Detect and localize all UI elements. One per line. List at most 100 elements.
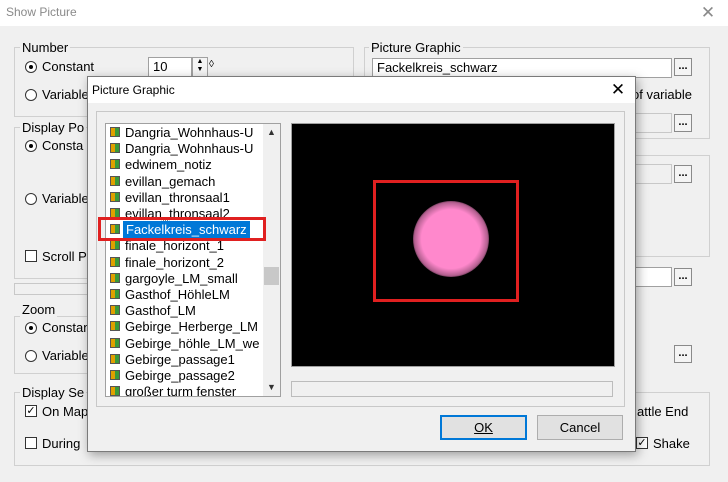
display-position-variable-label: Variable xyxy=(42,191,89,206)
scroll-checkbox[interactable] xyxy=(25,250,37,262)
right-browse-button-2[interactable]: ... xyxy=(674,268,692,286)
during-checkbox[interactable] xyxy=(25,437,37,449)
picture-graphic-browse-button[interactable]: ... xyxy=(674,58,692,76)
list-item-label: edwinem_notiz xyxy=(125,157,212,173)
scroll-thumb[interactable] xyxy=(264,267,279,285)
number-constant-input[interactable]: 10 xyxy=(148,57,192,77)
ok-button-label: OK xyxy=(474,420,493,435)
list-item[interactable]: Gebirge_höhle_LM_we xyxy=(108,335,268,352)
list-item[interactable]: Gebirge_passage2 xyxy=(108,367,268,384)
window-title: Show Picture xyxy=(6,5,77,19)
dialog-title-bar: Picture Graphic ✕ xyxy=(88,77,635,103)
window-title-bar: Show Picture ✕ xyxy=(0,0,728,26)
picture-file-icon xyxy=(110,337,120,348)
picture-file-icon xyxy=(110,175,120,186)
on-map-checkbox[interactable]: ✓ xyxy=(25,405,37,417)
right-field-2[interactable] xyxy=(634,267,672,287)
picture-file-icon xyxy=(110,386,120,396)
window-close-icon[interactable]: ✕ xyxy=(694,2,722,24)
list-item-label: Dangria_Wohnhaus-U xyxy=(125,141,254,157)
list-scrollbar[interactable]: ▲ ▼ xyxy=(263,124,280,396)
list-item-label: Gebirge_passage2 xyxy=(125,368,235,383)
list-item-label: gargoyle_LM_small xyxy=(125,270,238,286)
picture-file-icon xyxy=(110,305,120,316)
list-item-label: Gasthof_LM xyxy=(125,303,196,319)
picture-file-icon xyxy=(110,370,120,380)
list-item[interactable]: Dangria_Wohnhaus-U xyxy=(108,140,268,157)
list-item-label: Gasthof_HöhleLM xyxy=(125,287,230,302)
right-field-1[interactable] xyxy=(634,164,672,184)
scroll-label: Scroll P xyxy=(42,249,87,264)
list-item-label: großer turm fenster xyxy=(125,384,237,397)
preview-horizontal-scrollbar[interactable] xyxy=(291,381,613,397)
list-item-label: evillan_gemach xyxy=(125,173,216,189)
scroll-track xyxy=(14,283,90,295)
dialog-close-icon[interactable]: ✕ xyxy=(604,79,632,101)
shake-checkbox[interactable]: ✓ xyxy=(636,437,648,449)
display-position-group-label: Display Po xyxy=(20,120,87,135)
number-spin-icon[interactable]: ▲ ▼ xyxy=(192,57,208,77)
zoom-variable-label: Variable xyxy=(42,348,89,363)
list-item[interactable]: Gasthof_HöhleLM xyxy=(108,286,268,303)
list-item-label: finale_horizont_2 xyxy=(125,254,225,270)
list-item[interactable]: finale_horizont_2 xyxy=(108,254,268,271)
picture-file-icon xyxy=(110,240,120,251)
list-item[interactable]: Gebirge_passage1 xyxy=(108,351,268,368)
picture-file-icon xyxy=(110,353,120,364)
number-variable-label: Variable xyxy=(42,87,89,102)
right-browse-button-1[interactable]: ... xyxy=(674,165,692,183)
list-item[interactable]: Dangria_Wohnhaus-U xyxy=(108,124,268,141)
list-item[interactable]: evillan_thronsaal1 xyxy=(108,189,268,206)
dialog-title: Picture Graphic xyxy=(92,83,175,97)
picture-graphic-group-label: Picture Graphic xyxy=(369,40,463,55)
list-item[interactable]: edwinem_notiz xyxy=(108,156,268,173)
list-item-label: Dangria_Wohnhaus-U xyxy=(125,125,254,140)
of-variable-label: of variable xyxy=(632,87,692,102)
list-item[interactable]: gargoyle_LM_small xyxy=(108,270,268,287)
shake-label: Shake xyxy=(653,436,690,451)
picture-preview xyxy=(291,123,615,367)
list-item[interactable]: Gasthof_LM xyxy=(108,302,268,319)
number-spin-extra: ◊ xyxy=(209,59,214,70)
right-browse-button-3[interactable]: ... xyxy=(674,345,692,363)
display-position-variable-radio[interactable] xyxy=(25,193,37,205)
picture-file-icon xyxy=(110,272,120,283)
list-item[interactable]: großer turm fenster xyxy=(108,383,268,397)
zoom-constant-radio[interactable] xyxy=(25,322,37,334)
zoom-variable-radio[interactable] xyxy=(25,350,37,362)
ok-button[interactable]: OK xyxy=(440,415,527,440)
number-constant-label: Constant xyxy=(42,59,95,74)
picture-graphic-field[interactable]: Fackelkreis_schwarz xyxy=(372,58,672,78)
display-position-constant-radio[interactable] xyxy=(25,140,37,152)
preview-highlight-frame xyxy=(373,180,519,302)
selected-item-highlight-frame xyxy=(98,217,266,241)
number-constant-radio[interactable] xyxy=(25,61,37,73)
cancel-button[interactable]: Cancel xyxy=(537,415,623,440)
picture-file-icon xyxy=(110,191,120,202)
on-map-label: On Map xyxy=(42,404,89,419)
number-variable-radio[interactable] xyxy=(25,89,37,101)
picture-file-icon xyxy=(110,127,120,137)
picture-file-icon xyxy=(110,321,120,332)
picture-file-list[interactable]: Dangria_Wohnhaus-U Dangria_Wohnhaus-U edwi… xyxy=(105,123,281,397)
number-group-label: Number xyxy=(20,40,71,55)
picture-file-icon xyxy=(110,159,120,170)
list-item-label: evillan_thronsaal1 xyxy=(125,189,230,205)
picture-file-icon xyxy=(110,143,120,154)
picture-variable-browse-button[interactable]: ... xyxy=(674,114,692,132)
scroll-up-icon[interactable]: ▲ xyxy=(263,124,280,141)
battle-end-label: attle End xyxy=(637,404,689,419)
picture-file-icon xyxy=(110,289,120,299)
display-position-constant-label: Consta xyxy=(42,138,84,153)
list-item-label: Gebirge_höhle_LM_we xyxy=(125,335,260,351)
picture-file-icon xyxy=(110,256,120,267)
list-item-label: Gebirge_Herberge_LM xyxy=(125,319,258,335)
display-settings-group-label: Display Se xyxy=(20,385,87,400)
zoom-group-label: Zoom xyxy=(20,302,58,317)
list-item-label: Gebirge_passage1 xyxy=(125,351,235,367)
list-item[interactable]: Gebirge_Herberge_LM xyxy=(108,318,268,335)
picture-graphic-dialog: Picture Graphic ✕ Dangria_Wohnhaus-U Dang… xyxy=(87,76,636,452)
during-label: During xyxy=(42,436,81,451)
list-item[interactable]: evillan_gemach xyxy=(108,173,268,190)
scroll-down-icon[interactable]: ▼ xyxy=(263,379,280,396)
